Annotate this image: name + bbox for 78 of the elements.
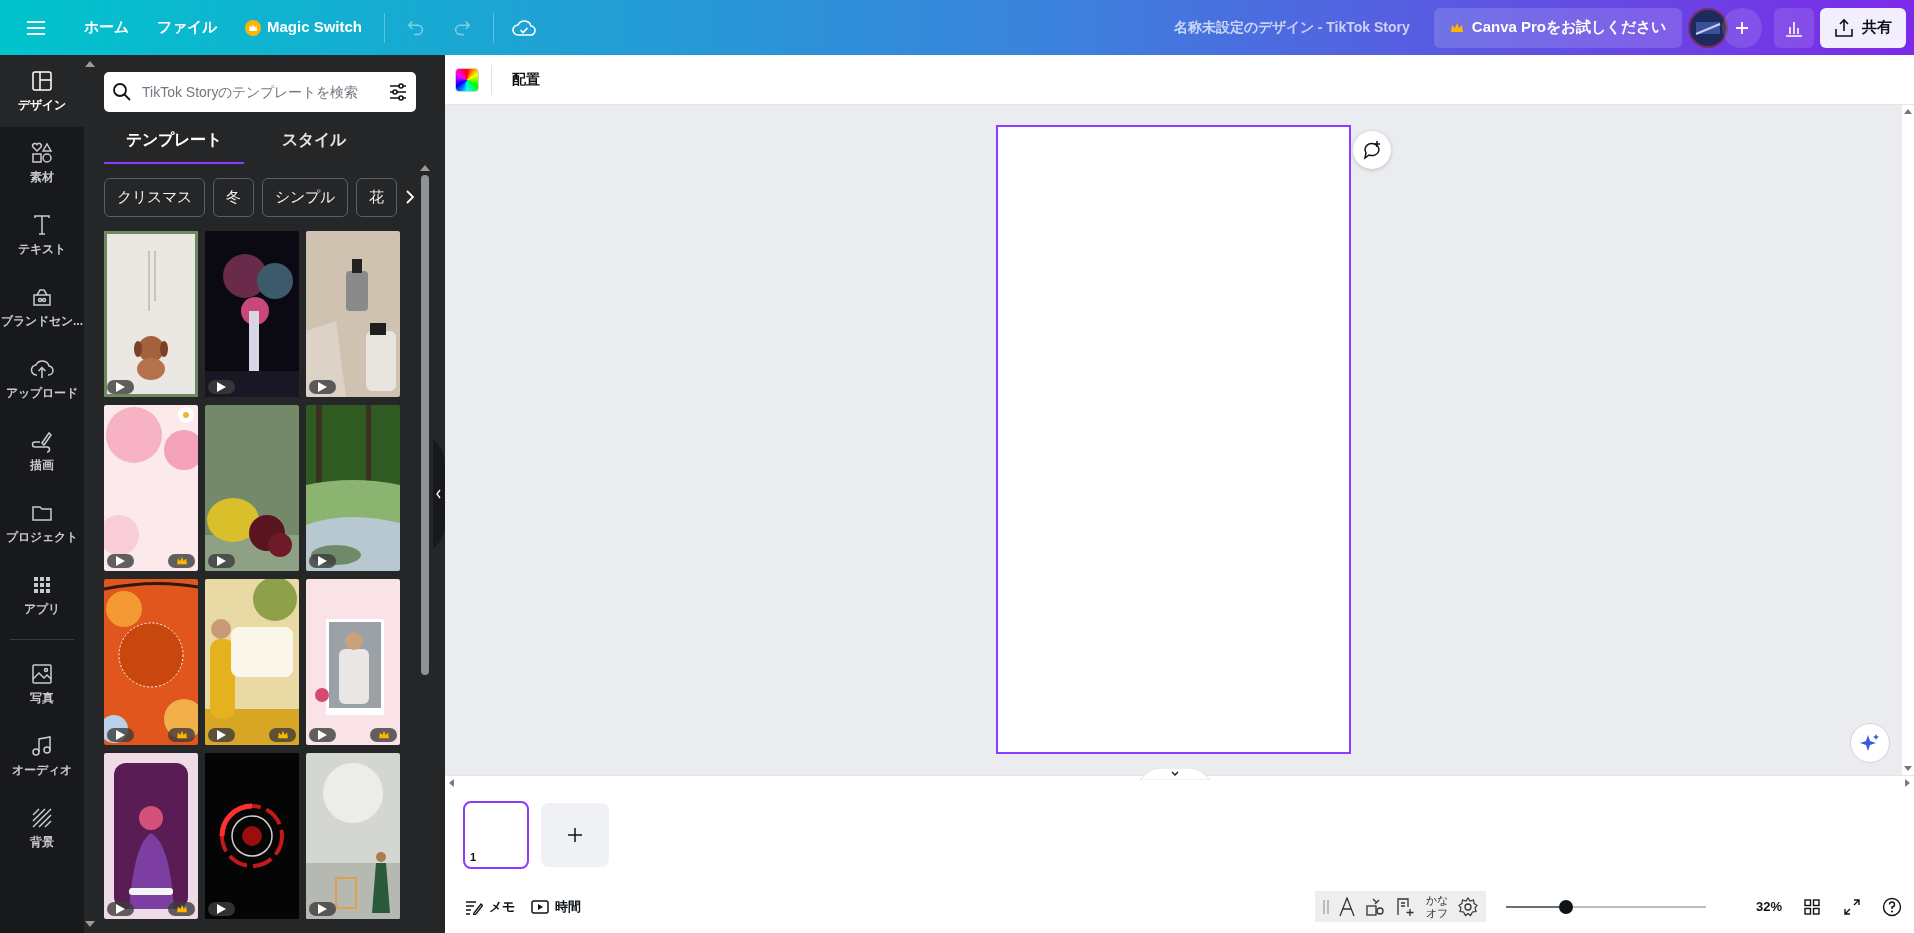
music-note-icon [30,733,54,758]
play-icon [217,381,226,392]
sparkle-icon [1860,733,1880,753]
share-button[interactable]: 共有 [1820,7,1906,48]
page-thumbnail[interactable]: 1 [463,801,529,869]
sidebar-item[interactable]: テキスト [0,199,84,271]
stripes-icon [30,805,54,830]
play-icon [116,381,125,392]
scroll-down-icon[interactable] [1904,766,1912,771]
add-comment-button[interactable] [1353,131,1391,169]
sidebar-item[interactable]: 背景 [0,792,84,864]
position-button[interactable]: 配置 [504,63,548,96]
comment-plus-icon [1362,140,1382,160]
plus-icon [1735,20,1749,35]
play-icon [318,381,327,392]
scroll-up-icon[interactable] [85,61,95,67]
pro-trial-button[interactable]: Canva Proをお試しください [1433,7,1682,48]
sidebar-item[interactable]: アップロード [0,343,84,415]
search-bar[interactable]: TikTok Storyのテンプレートを検索 [104,72,416,112]
help-icon[interactable] [1882,896,1902,917]
play-icon [116,555,125,566]
play-icon [116,903,125,914]
timer-button[interactable]: 時間 [523,892,589,921]
chevron-right-icon[interactable] [405,189,415,206]
kana-toggle[interactable]: かなオフ [1425,894,1448,919]
search-icon [112,82,132,102]
filter-chip[interactable]: 冬 [213,178,254,217]
play-icon [217,903,226,914]
play-icon [217,729,226,740]
grid-view-icon[interactable] [1804,898,1820,915]
scroll-up-icon[interactable] [1904,109,1912,114]
shapes-pen-icon[interactable] [1365,896,1385,917]
settings-icon[interactable] [1458,896,1478,917]
sidebar-item[interactable]: ブランドセン... [0,271,84,343]
tab[interactable]: テンプレート [104,120,244,164]
sidebar-item[interactable]: デザイン [0,55,84,127]
color-picker[interactable] [455,67,479,92]
tab[interactable]: スタイル [244,120,384,164]
filter-chip[interactable]: 花 [356,178,397,217]
image-icon [30,661,54,686]
sidebar-item[interactable]: オーディオ [0,720,84,792]
scroll-up-icon[interactable] [420,165,430,171]
filter-chip[interactable]: シンプル [262,178,348,217]
sidebar-item[interactable]: 写真 [0,648,84,720]
plus-icon [567,827,583,843]
scroll-left-icon[interactable] [449,779,454,787]
zoom-percentage[interactable]: 32% [1736,896,1782,917]
notes-button[interactable]: メモ [457,892,523,921]
magic-assistant-button[interactable] [1850,723,1890,763]
filter-chip[interactable]: クリスマス [104,178,205,217]
drag-grip-icon[interactable] [1323,898,1329,915]
sidebar-item[interactable]: 素材 [0,127,84,199]
play-icon [318,903,327,914]
sidebar-item[interactable]: プロジェクト [0,487,84,559]
scrollbar-thumb[interactable] [421,175,429,675]
notes-icon [465,898,483,915]
insights-button[interactable] [1774,7,1814,48]
scroll-right-icon[interactable] [1905,779,1910,787]
play-box-icon [531,899,549,914]
play-icon [318,555,327,566]
avatar[interactable] [1688,7,1728,48]
sidebar-item[interactable]: 描画 [0,415,84,487]
layout-icon [30,68,54,93]
slider-thumb[interactable] [1559,899,1573,914]
play-icon [318,729,327,740]
sidebar-item[interactable]: アプリ [0,559,84,631]
page-add-icon[interactable] [1395,896,1415,917]
filter-icon[interactable] [388,82,408,102]
upload-icon [1834,17,1854,38]
shapes-icon [30,140,54,165]
expand-pages-handle-icon[interactable] [1139,768,1210,780]
play-icon [217,555,226,566]
add-collaborator-button[interactable] [1722,7,1762,48]
collapse-handle-icon[interactable] [433,439,445,549]
play-icon [116,729,125,740]
font-icon[interactable] [1339,896,1355,917]
fullscreen-icon[interactable] [1844,898,1860,915]
scroll-down-icon[interactable] [85,921,95,927]
